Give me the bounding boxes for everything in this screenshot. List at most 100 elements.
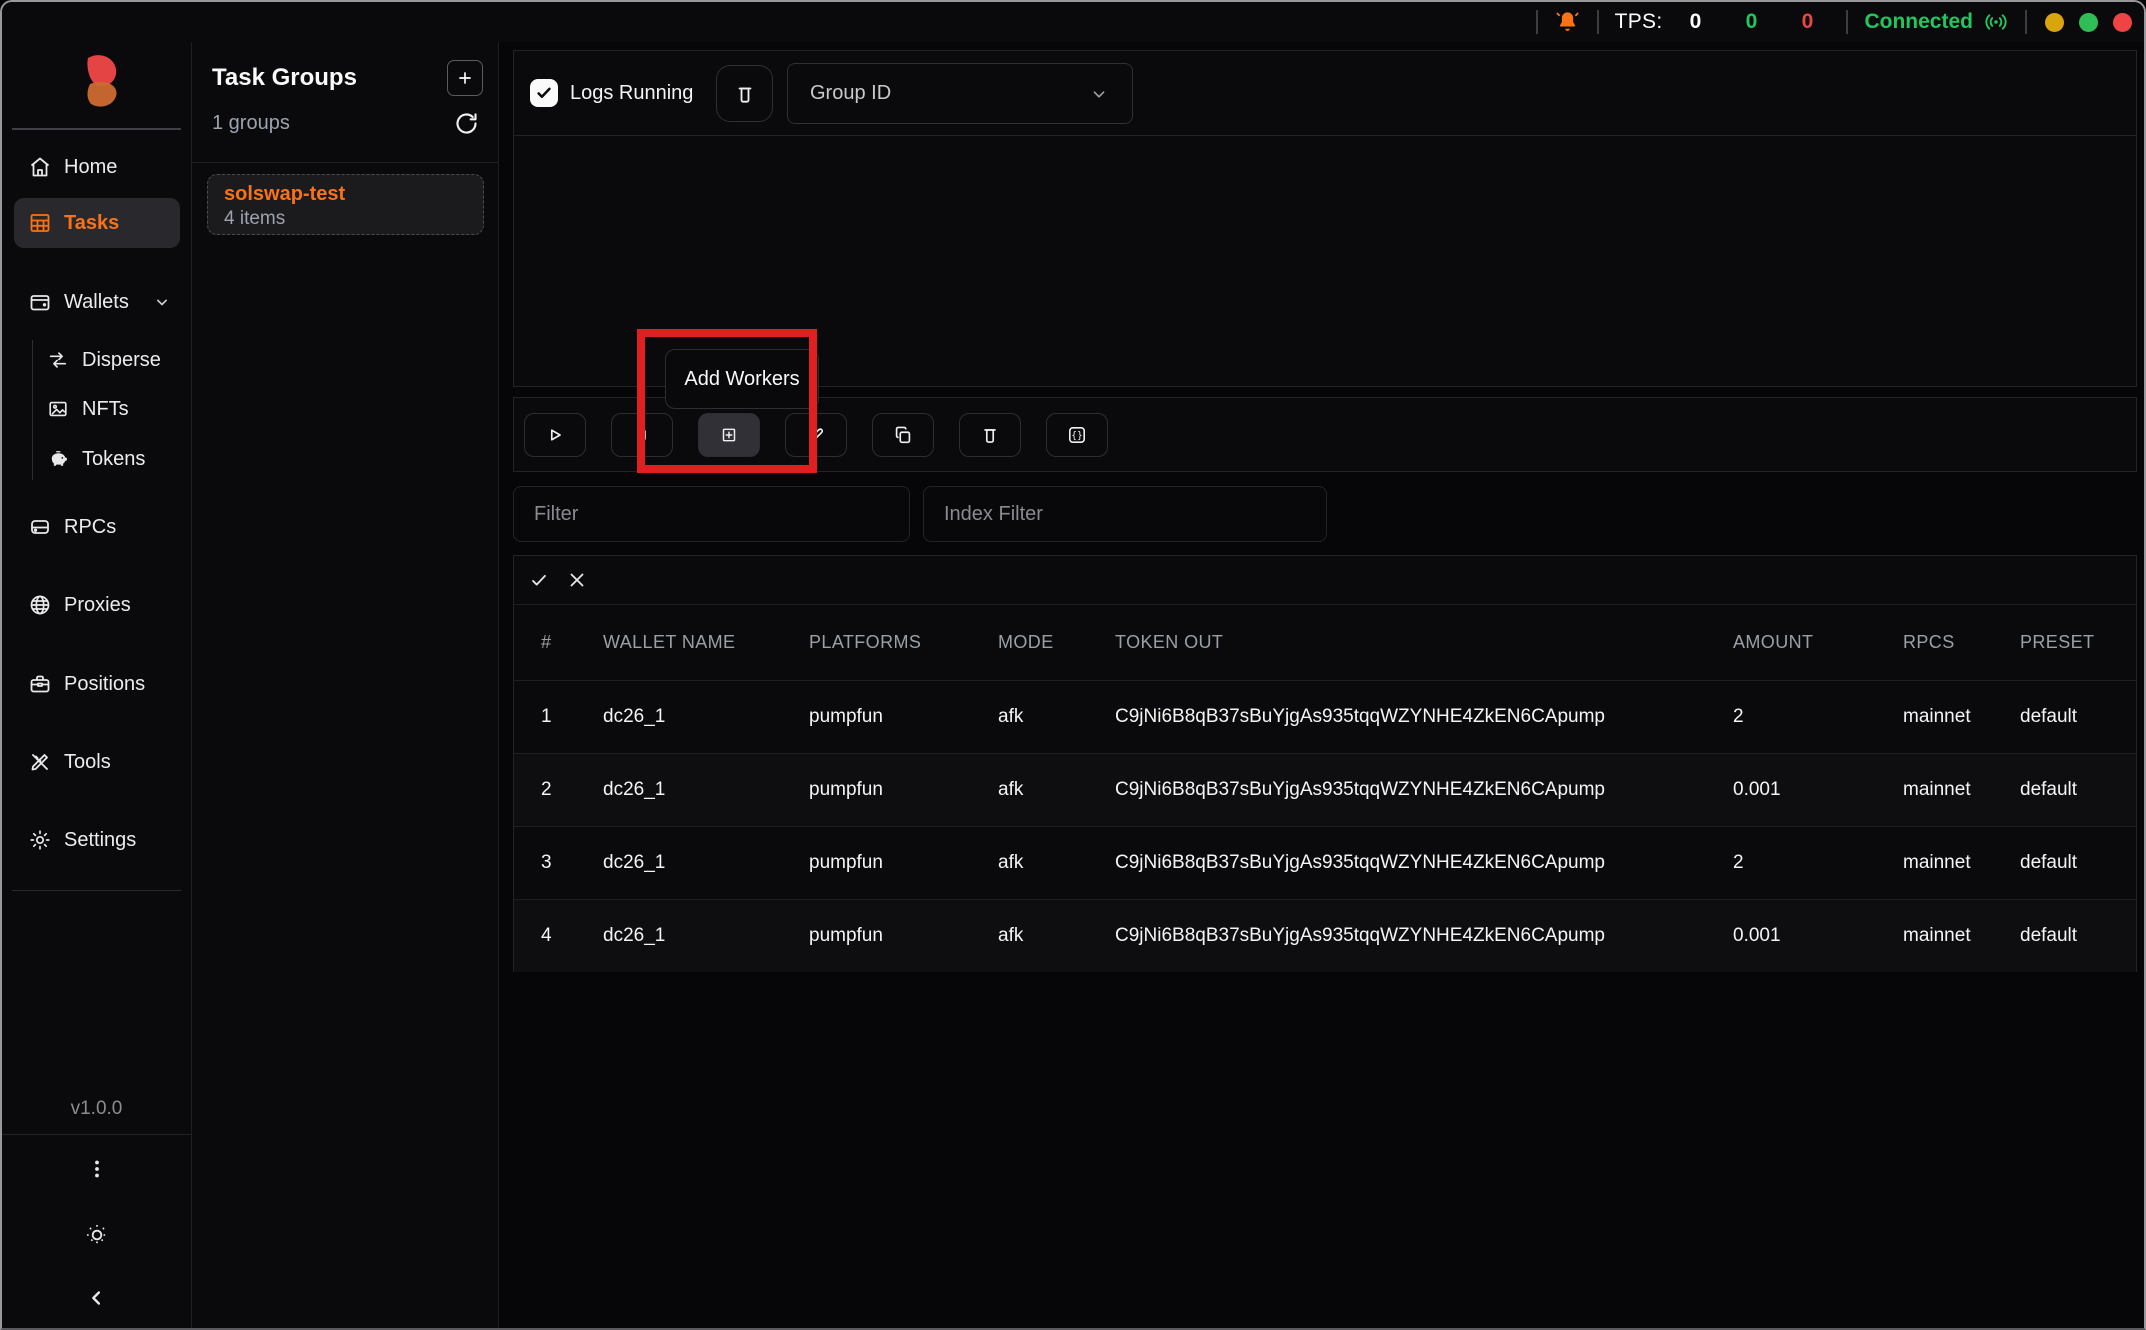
- add-group-button[interactable]: [447, 60, 483, 96]
- task-group-items-count: 4 items: [224, 208, 467, 230]
- select-all-check-icon[interactable]: [527, 568, 551, 592]
- cell-preset: default: [2020, 779, 2136, 801]
- column-header: MODE: [998, 632, 1115, 653]
- sidebar-item-label: Disperse: [82, 349, 161, 372]
- stop-tasks-button[interactable]: [611, 413, 673, 457]
- sidebar-item-label: RPCs: [64, 516, 116, 539]
- window-maximize-dot[interactable]: [2079, 13, 2098, 32]
- sidebar-item-wallets[interactable]: Wallets: [2, 280, 191, 324]
- logs-panel: Logs Running Group ID Add Workers: [513, 50, 2137, 387]
- column-header: AMOUNT: [1733, 632, 1903, 653]
- cell-wallet-name: dc26_1: [603, 852, 809, 874]
- index-filter-input[interactable]: [923, 486, 1327, 542]
- delete-workers-button[interactable]: [959, 413, 1021, 457]
- play-icon: [544, 424, 566, 446]
- wallet-icon: [28, 290, 52, 314]
- chevron-down-icon: [1088, 83, 1110, 105]
- disperse-icon: [46, 348, 70, 372]
- sidebar-item-tokens[interactable]: Tokens: [2, 437, 191, 481]
- chevron-down-icon: [152, 292, 172, 312]
- start-tasks-button[interactable]: [524, 413, 586, 457]
- sidebar-item-rpcs[interactable]: RPCs: [2, 505, 191, 549]
- cell-rpcs: mainnet: [1903, 706, 2020, 728]
- titlebar-separator: [1536, 10, 1538, 34]
- theme-brightness-icon[interactable]: [2, 1222, 191, 1248]
- app-version: v1.0.0: [2, 1098, 191, 1120]
- column-header: #: [541, 632, 603, 653]
- selection-actions-row: [514, 556, 2136, 605]
- titlebar-separator: [1597, 10, 1599, 34]
- sidebar-item-label: Positions: [64, 673, 145, 696]
- group-id-value: Group ID: [810, 82, 891, 105]
- group-id-select[interactable]: Group ID: [787, 63, 1133, 124]
- plus-square-icon: [454, 67, 476, 89]
- panel-title: Task Groups: [212, 64, 357, 92]
- home-icon: [28, 155, 52, 179]
- cell-amount: 0.001: [1733, 925, 1903, 947]
- braces-icon: {}: [1065, 423, 1089, 447]
- cell-rpcs: mainnet: [1903, 779, 2020, 801]
- cell-token-out: C9jNi6B8qB37sBuYjgAs935tqqWZYNHE4ZkEN6CA…: [1115, 925, 1733, 947]
- cell-wallet-name: dc26_1: [603, 925, 809, 947]
- edit-workers-button[interactable]: [785, 413, 847, 457]
- add-workers-button[interactable]: [698, 413, 760, 457]
- column-header: RPCS: [1903, 632, 2020, 653]
- duplicate-workers-button[interactable]: [872, 413, 934, 457]
- image-icon: [46, 397, 70, 421]
- sidebar-item-label: Tools: [64, 751, 111, 774]
- tps-value-total: 0: [1672, 10, 1718, 34]
- cell-index: 3: [541, 852, 603, 874]
- sidebar-item-disperse[interactable]: Disperse: [2, 338, 191, 382]
- collapse-sidebar-chevron-icon[interactable]: [2, 1287, 191, 1309]
- table-row[interactable]: 1 dc26_1 pumpfun afk C9jNi6B8qB37sBuYjgA…: [514, 680, 2136, 753]
- cell-token-out: C9jNi6B8qB37sBuYjgAs935tqqWZYNHE4ZkEN6CA…: [1115, 779, 1733, 801]
- tps-indicator: TPS: 0 0 0: [1615, 10, 1831, 34]
- piggy-bank-icon: [46, 447, 70, 471]
- table-row[interactable]: 4 dc26_1 pumpfun afk C9jNi6B8qB37sBuYjgA…: [514, 899, 2136, 972]
- window-close-dot[interactable]: [2113, 13, 2132, 32]
- sidebar-item-label: Home: [64, 156, 117, 179]
- notifications-bell-icon[interactable]: [1554, 9, 1581, 36]
- app-logo: [2, 52, 191, 114]
- sidebar-item-label: Wallets: [64, 291, 129, 314]
- sidebar-item-tools[interactable]: Tools: [2, 740, 191, 784]
- sidebar-item-nfts[interactable]: NFTs: [2, 387, 191, 431]
- sidebar-item-proxies[interactable]: Proxies: [2, 583, 191, 627]
- filter-input[interactable]: [513, 486, 910, 542]
- cell-index: 4: [541, 925, 603, 947]
- cell-token-out: C9jNi6B8qB37sBuYjgAs935tqqWZYNHE4ZkEN6CA…: [1115, 852, 1733, 874]
- cell-platforms: pumpfun: [809, 779, 998, 801]
- cell-platforms: pumpfun: [809, 706, 998, 728]
- sidebar-divider: [2, 1134, 191, 1135]
- window-minimize-dot[interactable]: [2045, 13, 2064, 32]
- refresh-icon[interactable]: [451, 108, 481, 138]
- clear-logs-button[interactable]: [716, 65, 773, 122]
- sidebar-item-home[interactable]: Home: [2, 145, 191, 189]
- main-content: Logs Running Group ID Add Workers: [499, 42, 2144, 1328]
- cell-mode: afk: [998, 852, 1115, 874]
- pencil-icon: [805, 424, 827, 446]
- sidebar-item-label: Tokens: [82, 448, 145, 471]
- sidebar-item-positions[interactable]: Positions: [2, 662, 191, 706]
- edit-json-button[interactable]: {}: [1046, 413, 1108, 457]
- logs-running-checkbox[interactable]: [530, 79, 558, 107]
- cell-wallet-name: dc26_1: [603, 779, 809, 801]
- table-row[interactable]: 2 dc26_1 pumpfun afk C9jNi6B8qB37sBuYjgA…: [514, 753, 2136, 826]
- more-options-kebab-icon[interactable]: [2, 1157, 191, 1181]
- column-header: WALLET NAME: [603, 632, 809, 653]
- cell-index: 2: [541, 779, 603, 801]
- cell-amount: 2: [1733, 852, 1903, 874]
- task-group-name: solswap-test: [224, 183, 467, 206]
- table-row[interactable]: 3 dc26_1 pumpfun afk C9jNi6B8qB37sBuYjgA…: [514, 826, 2136, 899]
- task-group-card[interactable]: solswap-test 4 items: [207, 174, 484, 235]
- signal-icon: [1983, 9, 2009, 35]
- workers-table-panel: # WALLET NAME PLATFORMS MODE TOKEN OUT A…: [513, 555, 2137, 972]
- cell-mode: afk: [998, 779, 1115, 801]
- sidebar-item-tasks[interactable]: Tasks: [2, 201, 191, 245]
- add-workers-tooltip: Add Workers: [665, 349, 819, 409]
- deselect-all-x-icon[interactable]: [565, 568, 589, 592]
- cell-platforms: pumpfun: [809, 925, 998, 947]
- sidebar-item-settings[interactable]: Settings: [2, 818, 191, 862]
- cell-amount: 0.001: [1733, 779, 1903, 801]
- sidebar: Home Tasks Wallets: [2, 42, 192, 1328]
